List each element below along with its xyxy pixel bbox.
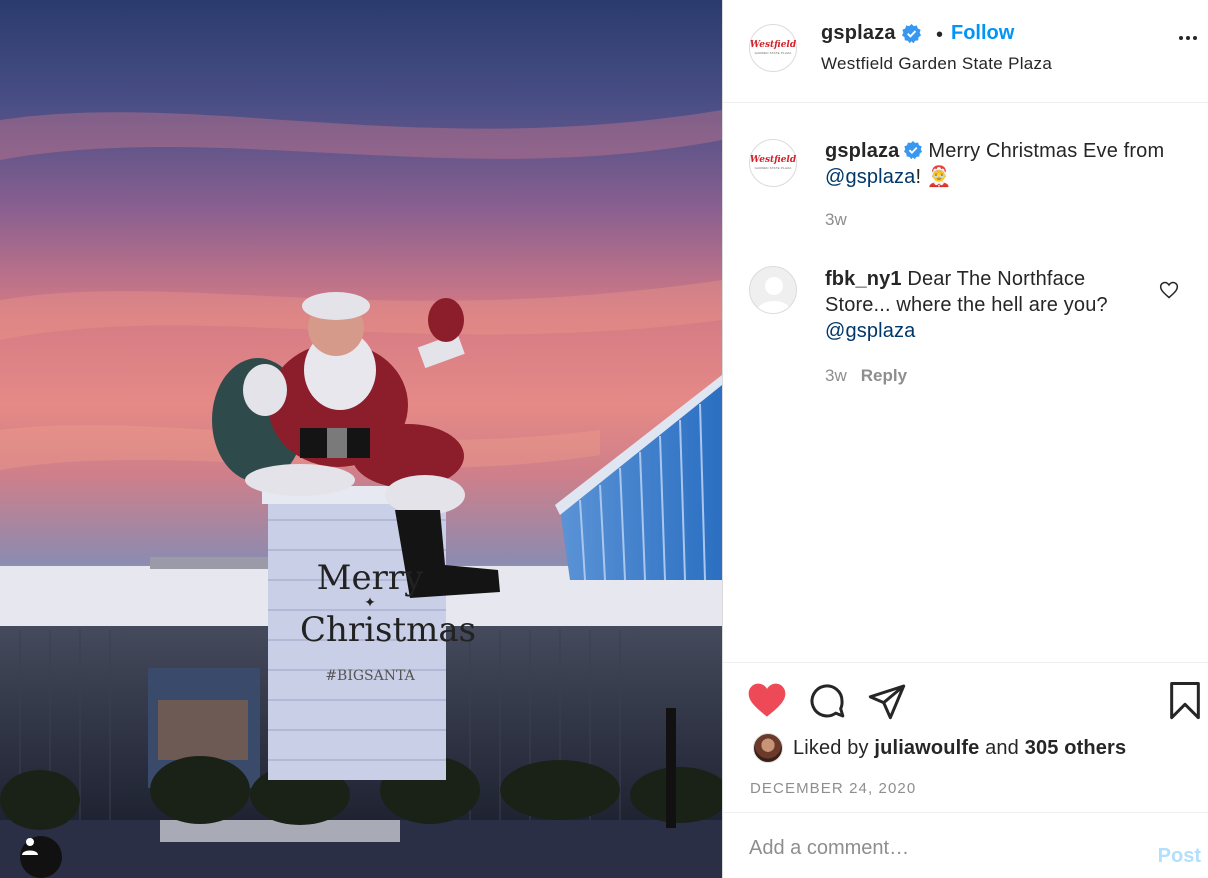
liked-by-prefix: Liked by [793,736,869,759]
comment-text: fbk_ny1 Dear The Northface Store... wher… [825,266,1125,344]
more-dot [1186,36,1190,40]
caption-text: gsplaza Merry Christmas Eve from @gsplaz… [825,138,1165,190]
post-header: Westfield GARDEN STATE PLAZA gsplaza • F… [723,0,1208,103]
sign-line-christmas: Christmas [300,610,477,650]
liked-by-middle: and [985,736,1019,759]
caption-avatar[interactable]: Westfield GARDEN STATE PLAZA [749,139,797,187]
default-user-icon [756,277,792,313]
location-link[interactable]: Westfield Garden State Plaza [821,54,1052,74]
sign-line-merry: Merry [316,558,424,598]
liked-by-others[interactable]: 305 others [1025,737,1127,760]
more-dot [1179,36,1183,40]
header-separator: • [936,24,944,46]
paper-plane-icon[interactable] [867,681,907,721]
santa-photo-illustration [0,110,722,878]
caption-time[interactable]: 3w [825,210,847,229]
post-date[interactable]: DECEMBER 24, 2020 [750,780,916,797]
avatar-sub-text: GARDEN STATE PLAZA [754,51,792,55]
heart-outline-icon[interactable] [1159,280,1179,300]
comment-mention[interactable]: @gsplaza [825,320,915,342]
user-silhouette-icon [22,838,38,855]
comment-input[interactable] [749,833,1129,863]
avatar-brand-text: Westfield [749,155,797,165]
post-actions: Liked by juliawoulfe and 305 others DECE… [723,662,1208,812]
post-photo[interactable]: Merry ✦ Christmas #BIGSANTA [0,0,722,878]
sign-hashtag: #BIGSANTA [325,668,415,684]
commenter-avatar[interactable] [749,266,797,314]
heart-filled-icon[interactable] [747,681,787,719]
chimney-sign: Merry ✦ Christmas #BIGSANTA [300,558,477,684]
caption-username[interactable]: gsplaza [825,140,899,162]
reply-button[interactable]: Reply [861,366,907,385]
header-username[interactable]: gsplaza [821,22,921,45]
avatar-sub-text: GARDEN STATE PLAZA [754,166,792,170]
caption-mention[interactable]: @gsplaza [825,166,915,188]
post-comment-button[interactable]: Post [1158,845,1201,868]
comment-username[interactable]: fbk_ny1 [825,268,902,290]
avatar-brand-text: Westfield [749,40,797,50]
comments-section: Westfield GARDEN STATE PLAZA gsplaza Mer… [723,104,1208,662]
comment-meta: 3w Reply [825,366,907,386]
liked-by-user[interactable]: juliawoulfe [874,737,979,760]
tagged-users-button[interactable] [20,836,62,878]
liker-avatar[interactable] [753,733,783,763]
sign-star: ✦ [364,595,376,611]
header-username-text[interactable]: gsplaza [821,22,896,45]
more-dot [1193,36,1197,40]
verified-badge-icon [904,141,923,159]
post-details-panel: Westfield GARDEN STATE PLAZA gsplaza • F… [722,0,1208,878]
add-comment-bar: Post [723,812,1208,878]
caption-tail: ! 🤶 [915,166,952,188]
verified-badge-icon [901,24,921,43]
liked-by-line: Liked by juliawoulfe and 305 others [753,733,1126,763]
bookmark-icon[interactable] [1167,681,1203,721]
comment-time[interactable]: 3w [825,366,847,385]
caption-meta: 3w [825,210,847,230]
ellipsis-icon[interactable] [1179,36,1197,40]
author-avatar[interactable]: Westfield GARDEN STATE PLAZA [749,24,797,72]
follow-button[interactable]: Follow [951,22,1014,45]
comment-bubble-icon[interactable] [807,681,847,721]
caption-body: Merry Christmas Eve from [928,140,1165,162]
